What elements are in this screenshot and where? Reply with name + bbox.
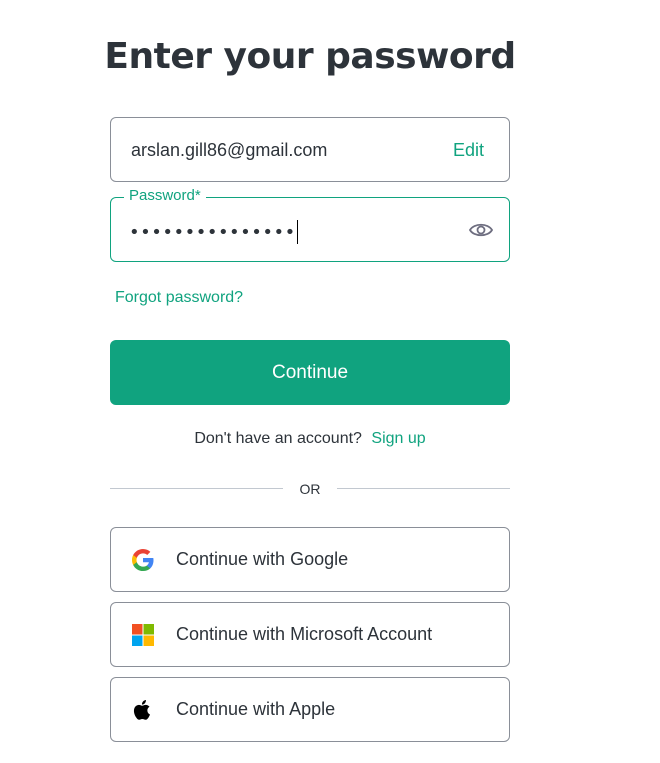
password-masked-value: ••••••••••••••• [129, 221, 296, 243]
microsoft-icon [131, 623, 155, 647]
apple-icon [131, 698, 155, 722]
continue-button[interactable]: Continue [110, 340, 510, 405]
password-field[interactable]: Password* ••••••••••••••• [110, 187, 510, 262]
edit-email-button[interactable]: Edit [453, 140, 484, 161]
password-input[interactable]: ••••••••••••••• [129, 220, 299, 244]
email-field[interactable]: arslan.gill86@gmail.com Edit [110, 117, 510, 182]
signup-prompt: Don't have an account? [194, 430, 362, 447]
continue-with-google-button[interactable]: Continue with Google [110, 527, 510, 592]
signup-link[interactable]: Sign up [371, 430, 425, 447]
apple-button-label: Continue with Apple [176, 699, 336, 719]
microsoft-button-label: Continue with Microsoft Account [176, 624, 433, 644]
signup-row: Don't have an account? Sign up [0, 430, 620, 448]
forgot-password-link[interactable]: Forgot password? [115, 289, 243, 307]
email-value: arslan.gill86@gmail.com [131, 140, 328, 160]
text-caret [296, 220, 299, 244]
continue-with-microsoft-button[interactable]: Continue with Microsoft Account [110, 602, 510, 667]
page-title: Enter your password [104, 36, 516, 77]
or-divider: OR [110, 480, 510, 500]
continue-with-apple-button[interactable]: Continue with Apple [110, 677, 510, 742]
password-label: Password* [124, 187, 206, 204]
google-icon [131, 548, 155, 572]
divider-line-right [337, 488, 510, 489]
or-text: OR [299, 481, 321, 497]
google-button-label: Continue with Google [176, 549, 349, 569]
eye-icon[interactable] [468, 218, 494, 242]
